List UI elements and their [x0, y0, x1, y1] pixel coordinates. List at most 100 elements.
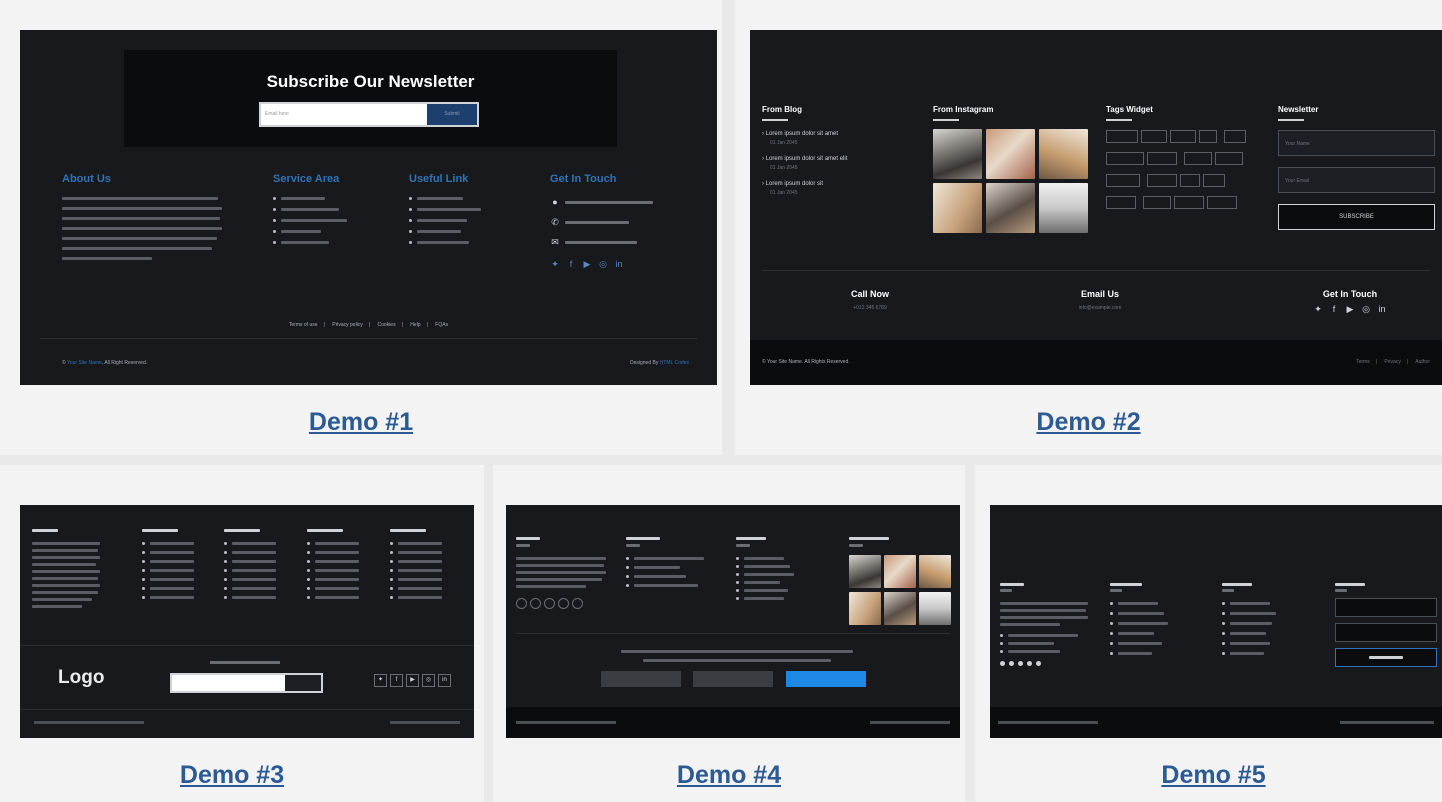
linkedin-icon[interactable]: in: [438, 674, 451, 687]
twitter-icon[interactable]: [1000, 661, 1005, 666]
demo-2-link[interactable]: Demo #2: [735, 408, 1442, 437]
tag[interactable]: [1184, 152, 1213, 165]
terms-link[interactable]: Terms: [1356, 359, 1370, 365]
useful-item[interactable]: [409, 219, 529, 222]
email-input[interactable]: Email here: [261, 104, 427, 125]
email-input[interactable]: Your Email: [1278, 167, 1435, 193]
project-photo[interactable]: [919, 555, 951, 588]
footer-link-faqs[interactable]: FQAs: [435, 322, 448, 328]
blog-post[interactable]: › Lorem ipsum dolor sit 01 Jan 2045: [762, 181, 922, 196]
privacy-link[interactable]: Privacy: [1384, 359, 1400, 365]
tag[interactable]: [1106, 152, 1144, 165]
twitter-icon[interactable]: ✦: [374, 674, 387, 687]
tag[interactable]: [1215, 152, 1244, 165]
instagram-icon[interactable]: ◎: [1361, 304, 1371, 314]
demo-2-screenshot[interactable]: From Blog › Lorem ipsum dolor sit amet 0…: [750, 30, 1442, 385]
project-photo[interactable]: [884, 555, 916, 588]
project-photo[interactable]: [849, 555, 881, 588]
email-input[interactable]: [172, 675, 285, 691]
instagram-icon[interactable]: [1027, 661, 1032, 666]
instagram-icon[interactable]: [558, 598, 569, 609]
service-item[interactable]: [273, 208, 393, 211]
name-input[interactable]: Your Name: [1278, 130, 1435, 156]
twitter-icon[interactable]: ✦: [1313, 304, 1323, 314]
demo-5-screenshot[interactable]: [990, 505, 1442, 738]
tag[interactable]: [1143, 196, 1172, 209]
useful-item[interactable]: [409, 241, 529, 244]
blog-post[interactable]: › Lorem ipsum dolor sit amet 01 Jan 2045: [762, 131, 922, 146]
tag[interactable]: [1199, 130, 1217, 143]
instagram-photo[interactable]: [986, 129, 1035, 179]
facebook-icon[interactable]: [1009, 661, 1014, 666]
service-item[interactable]: [273, 197, 393, 200]
service-item[interactable]: [273, 241, 393, 244]
facebook-icon[interactable]: f: [1329, 304, 1339, 314]
demo-1-screenshot[interactable]: Subscribe Our Newsletter Email here Subm…: [20, 30, 717, 385]
useful-item[interactable]: [409, 197, 529, 200]
youtube-icon[interactable]: [544, 598, 555, 609]
facebook-icon[interactable]: f: [390, 674, 403, 687]
instagram-photo[interactable]: [1039, 183, 1088, 233]
demo-4-screenshot[interactable]: [506, 505, 960, 738]
footer-link-privacy[interactable]: Privacy policy: [332, 322, 363, 328]
linkedin-icon[interactable]: [1036, 661, 1041, 666]
tag[interactable]: [1207, 196, 1238, 209]
linkedin-icon[interactable]: [572, 598, 583, 609]
tag[interactable]: [1106, 174, 1140, 187]
footer-link-terms[interactable]: Terms of use: [289, 322, 318, 328]
newsletter-submit-button[interactable]: [786, 671, 866, 687]
instagram-photo[interactable]: [933, 129, 982, 179]
demo-5-link[interactable]: Demo #5: [985, 761, 1442, 790]
demo-3-screenshot[interactable]: Logo ✦ f ▶ ◎ in: [20, 505, 474, 738]
newsletter-name-input[interactable]: [601, 671, 681, 687]
youtube-icon[interactable]: ▶: [1345, 304, 1355, 314]
tag[interactable]: [1147, 174, 1178, 187]
email-input[interactable]: [1335, 623, 1437, 642]
youtube-icon[interactable]: ▶: [582, 259, 592, 269]
tag[interactable]: [1106, 130, 1138, 143]
demo-4-link[interactable]: Demo #4: [493, 761, 965, 790]
tag[interactable]: [1180, 174, 1201, 187]
useful-item[interactable]: [409, 208, 529, 211]
subscribe-button[interactable]: [285, 675, 321, 691]
logo[interactable]: Logo: [58, 667, 104, 689]
blog-post[interactable]: › Lorem ipsum dolor sit amet elit 01 Jan…: [762, 156, 922, 171]
youtube-icon[interactable]: [1018, 661, 1023, 666]
subscribe-button[interactable]: SUBSCRIBE: [1278, 204, 1435, 230]
instagram-icon[interactable]: ◎: [598, 259, 608, 269]
tag[interactable]: [1106, 196, 1136, 209]
twitter-icon[interactable]: [516, 598, 527, 609]
project-photo[interactable]: [919, 592, 951, 625]
youtube-icon[interactable]: ▶: [406, 674, 419, 687]
footer-link-help[interactable]: Help: [410, 322, 420, 328]
author-link[interactable]: Author: [1415, 359, 1430, 365]
tag[interactable]: [1174, 196, 1205, 209]
subscribe-button[interactable]: Submit: [427, 104, 477, 125]
tag[interactable]: [1170, 130, 1196, 143]
demo-3-link[interactable]: Demo #3: [0, 761, 484, 790]
designer-link[interactable]: HTML Codex: [660, 360, 689, 366]
facebook-icon[interactable]: [530, 598, 541, 609]
newsletter-email-input[interactable]: [693, 671, 773, 687]
service-item[interactable]: [273, 230, 393, 233]
twitter-icon[interactable]: ✦: [550, 259, 560, 269]
instagram-photo[interactable]: [933, 183, 982, 233]
name-input[interactable]: [1335, 598, 1437, 617]
footer-link-cookies[interactable]: Cookies: [378, 322, 396, 328]
instagram-photo[interactable]: [1039, 129, 1088, 179]
tag[interactable]: [1147, 152, 1177, 165]
project-photo[interactable]: [884, 592, 916, 625]
service-item[interactable]: [273, 219, 393, 222]
linkedin-icon[interactable]: in: [1377, 304, 1387, 314]
subscribe-button[interactable]: [1335, 648, 1437, 667]
tag[interactable]: [1224, 130, 1247, 143]
demo-1-link[interactable]: Demo #1: [0, 408, 722, 437]
facebook-icon[interactable]: f: [566, 259, 576, 269]
useful-item[interactable]: [409, 230, 529, 233]
tag[interactable]: [1203, 174, 1226, 187]
linkedin-icon[interactable]: in: [614, 259, 624, 269]
project-photo[interactable]: [849, 592, 881, 625]
tag[interactable]: [1141, 130, 1167, 143]
instagram-photo[interactable]: [986, 183, 1035, 233]
instagram-icon[interactable]: ◎: [422, 674, 435, 687]
